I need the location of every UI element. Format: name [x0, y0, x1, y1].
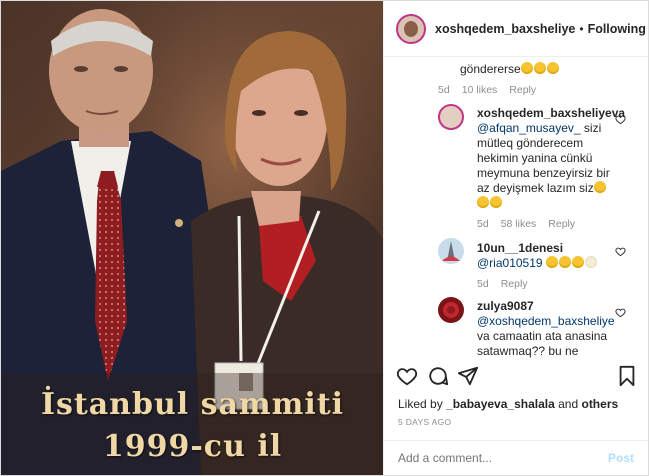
add-comment-bar: Post	[384, 440, 648, 475]
likes-summary: Liked by _babayeva_shalala and others	[398, 397, 618, 411]
comments-list[interactable]: göndererse 5d 10 likes Reply xoshqedem_b…	[384, 57, 648, 360]
comment-item: xoshqedem_baxsheliyeva @afqan_musayev_ s…	[477, 106, 627, 232]
comment-body-4: meymuna benzeyirsiz bir	[477, 166, 610, 180]
comment-likes[interactable]: 58 likes	[501, 217, 537, 232]
comment-body-5: az deyişmek lazım siz	[477, 181, 594, 195]
comment-likes[interactable]: 10 likes	[462, 83, 498, 98]
add-comment-input[interactable]	[398, 451, 608, 465]
comment-item: zulya9087 @xoshqedem_baxsheliye va camaa…	[477, 299, 632, 359]
bookmark-icon[interactable]	[616, 365, 638, 387]
photo-caption-year: 1999-cu il	[102, 429, 283, 464]
tower-image-icon	[438, 238, 464, 264]
liker-username[interactable]: _babayeva_shalala	[446, 397, 555, 411]
comment-time[interactable]: 5d	[477, 277, 489, 292]
grin-emoji-icon	[558, 256, 571, 268]
likes-prefix: Liked by	[398, 397, 447, 411]
rose-image-icon	[443, 302, 459, 318]
author-avatar[interactable]	[396, 13, 426, 44]
comment-mention[interactable]: @ria010519	[477, 256, 543, 270]
post-header: xoshqedem_baxsheliye • Following	[384, 1, 648, 57]
post-side-panel: xoshqedem_baxsheliye • Following göndere…	[383, 1, 648, 475]
comment-body-2: mütleq gönderecem	[477, 136, 584, 150]
comment-meta: 5d Reply	[477, 277, 627, 292]
post-comment-button[interactable]: Post	[608, 451, 634, 465]
reply-button[interactable]: Reply	[509, 83, 536, 98]
commenter-avatar[interactable]	[438, 104, 464, 130]
comment-item: 10un__1denesi @ria010519 5d Reply	[477, 241, 627, 292]
photo-caption-title: İstanbul sammiti	[40, 387, 345, 422]
pale-emoji-icon	[584, 256, 597, 268]
grin-emoji-icon	[593, 181, 606, 193]
commenter-avatar[interactable]	[438, 297, 464, 323]
heart-icon[interactable]	[396, 365, 418, 387]
comment-username[interactable]: xoshqedem_baxsheliyeva	[477, 106, 627, 121]
comment-mention[interactable]: @xoshqedem_baxsheliye	[477, 314, 632, 329]
comment-mention[interactable]: @afqan_musayev_	[477, 121, 581, 135]
post-timestamp[interactable]: 5 DAYS AGO	[398, 417, 451, 427]
grin-emoji-icon	[546, 62, 559, 74]
grin-emoji-icon	[520, 62, 533, 74]
comment-username[interactable]: zulya9087	[477, 299, 632, 314]
post-actions	[384, 365, 648, 389]
comment-username[interactable]: 10un__1denesi	[477, 241, 627, 256]
grin-emoji-icon	[533, 62, 546, 74]
following-button[interactable]: Following	[588, 22, 646, 36]
grin-emoji-icon	[490, 196, 502, 208]
comment-time[interactable]: 5d	[477, 217, 489, 232]
grin-emoji-icon	[545, 256, 558, 268]
comment-time[interactable]: 5d	[438, 83, 450, 98]
header-separator: •	[579, 21, 584, 36]
comment-item: göndererse 5d 10 likes Reply	[438, 62, 614, 98]
comment-body-2: satawmaq?? bu ne	[477, 344, 579, 358]
comment-text: göndererse	[460, 62, 521, 76]
comment-body-1: va camaatin ata anasina	[477, 329, 608, 343]
reply-button[interactable]: Reply	[548, 217, 575, 232]
comment-meta: 5d 10 likes Reply	[438, 83, 614, 98]
comment-body-3: hekimin yanina cünkü	[477, 151, 593, 165]
post-photo[interactable]: İstanbul sammiti 1999-cu il	[1, 1, 383, 475]
commenter-avatar[interactable]	[438, 238, 464, 264]
grin-emoji-icon	[571, 256, 584, 268]
post-window: İstanbul sammiti 1999-cu il xoshqedem_ba…	[0, 0, 649, 476]
comment-meta: 5d 58 likes Reply	[477, 217, 627, 232]
author-username[interactable]: xoshqedem_baxsheliye	[435, 22, 575, 36]
grin-emoji-icon	[477, 196, 489, 208]
likes-others-link[interactable]: others	[581, 397, 618, 411]
share-icon[interactable]	[457, 365, 479, 387]
reply-button[interactable]: Reply	[501, 277, 528, 292]
comment-icon[interactable]	[427, 365, 449, 387]
likes-middle: and	[554, 397, 582, 411]
comment-body-1: sizi	[580, 121, 602, 135]
